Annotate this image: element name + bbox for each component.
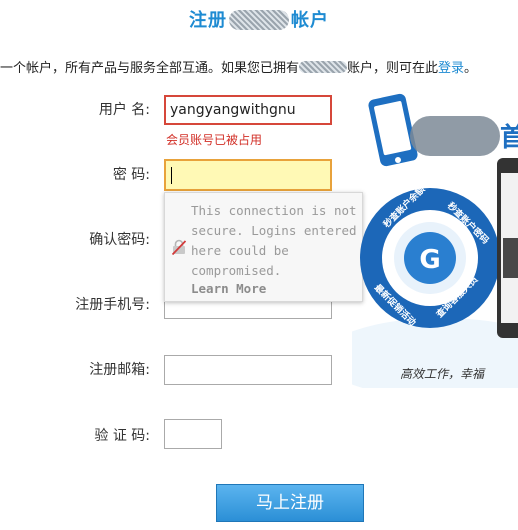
promo-graphic: 首 G 秒查账户余额 秒查账户密码 查询客服人员 最新促销活动 高效工作，幸福: [352, 93, 518, 388]
redacted-brand-inline: [299, 61, 348, 73]
redacted-headline: [410, 116, 500, 156]
intro-after: 账户，则可在此: [347, 61, 439, 76]
intro-before: 一个帐户，所有产品与服务全部互通。如果您已拥有: [0, 61, 300, 76]
login-link[interactable]: 登录: [438, 61, 464, 76]
center-logo: G: [419, 245, 440, 275]
phone-label: 注册手机号:: [75, 297, 150, 313]
redacted-brand: [229, 10, 289, 30]
insecure-login-tooltip: This connection is not secure. Logins en…: [164, 192, 363, 302]
username-label: 用户 名:: [98, 102, 150, 118]
promo-tagline: 高效工作，幸福: [400, 367, 486, 381]
insecure-lock-icon: [172, 239, 186, 255]
text-caret: [171, 167, 172, 184]
captcha-field[interactable]: [164, 419, 222, 449]
captcha-label: 验 证 码:: [94, 428, 150, 444]
intro-text: 一个帐户，所有产品与服务全部互通。如果您已拥有 账户，则可在此登录。: [0, 57, 518, 76]
email-label: 注册邮箱:: [89, 362, 150, 378]
intro-end: 。: [464, 61, 478, 76]
register-button[interactable]: 马上注册: [216, 484, 364, 522]
username-field[interactable]: yangyangwithgnu: [164, 95, 332, 125]
headline-partial: 首: [500, 122, 518, 153]
title-prefix: 注册: [189, 10, 227, 31]
username-value: yangyangwithgnu: [170, 102, 296, 118]
username-error: 会员账号已被占用: [166, 133, 263, 147]
password-label: 密 码:: [112, 167, 150, 183]
password-field[interactable]: [164, 159, 332, 191]
feature-ring: G 秒查账户余额 秒查账户密码 查询客服人员 最新促销活动: [360, 183, 500, 328]
title-suffix: 帐户: [291, 10, 329, 31]
email-field[interactable]: [164, 355, 332, 385]
learn-more-link[interactable]: Learn More: [191, 281, 266, 296]
confirm-password-label: 确认密码:: [89, 232, 150, 248]
page-title: 注册 帐户: [0, 6, 518, 32]
tooltip-message: This connection is not secure. Logins en…: [191, 203, 357, 278]
